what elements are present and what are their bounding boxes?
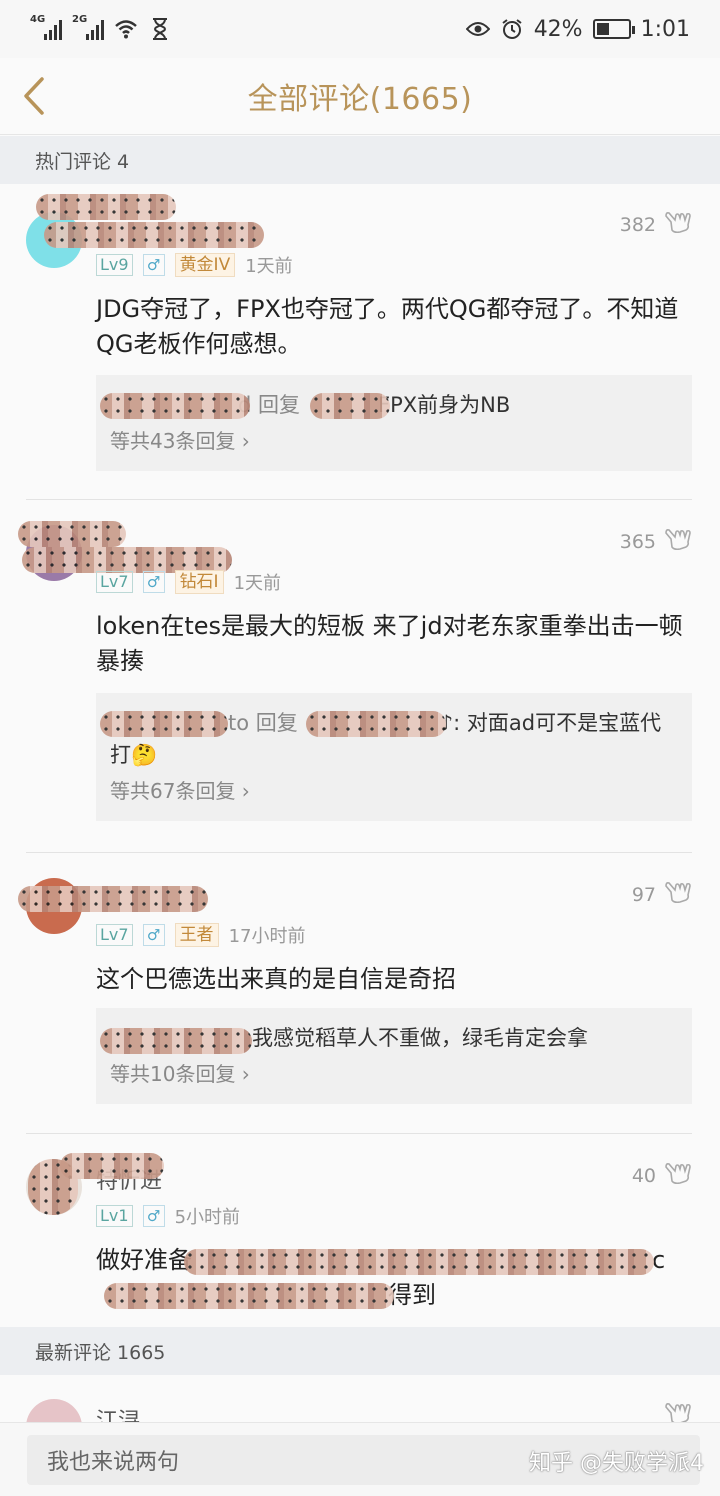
comment-item: 365 Lv7 ♂ 钻石I 1天前 loken在tes是最大的短板 来了jd对老… [0, 501, 720, 853]
like-button[interactable]: 40 [632, 1161, 692, 1190]
reply-box[interactable]: d 回复 FPX前身为NB 等共43条回复 › [96, 375, 692, 471]
like-count: 382 [619, 213, 656, 236]
divider [26, 852, 692, 853]
app-header: 全部评论(1665) [0, 58, 720, 135]
comment-meta: Lv1 ♂ 5小时前 [96, 1203, 240, 1229]
redacted-username [60, 1153, 164, 1179]
more-replies-link[interactable]: 等共67条回复 › [110, 775, 678, 807]
male-icon: ♂ [142, 571, 165, 593]
comment-meta: Lv7 ♂ 钻石I 1天前 [96, 569, 281, 595]
timestamp: 17小时前 [228, 926, 306, 947]
shaka-hand-icon [664, 880, 692, 909]
like-button[interactable]: 97 [632, 880, 692, 909]
reply-preview: 我感觉稻草人不重做，绿毛肯定会拿 [100, 1022, 678, 1054]
shaka-hand-icon [664, 527, 692, 556]
level-badge: Lv9 [96, 254, 133, 276]
wifi-icon [114, 17, 138, 41]
like-count: 40 [631, 1164, 656, 1187]
more-replies-link[interactable]: 等共43条回复 › [110, 425, 678, 457]
redacted-username [36, 194, 176, 220]
hourglass-icon [148, 17, 172, 41]
divider [26, 1133, 692, 1134]
timestamp: 1天前 [245, 256, 293, 277]
reply-box[interactable]: 我感觉稻草人不重做，绿毛肯定会拿 等共10条回复 › [96, 1008, 692, 1104]
comment-item: 97 Lv7 ♂ 王者 17小时前 这个巴德选出来真的是自信是奇招 我感觉稻草人… [0, 854, 720, 1134]
like-count: 97 [631, 883, 656, 906]
comment-input-placeholder: 我也来说两句 [47, 1450, 180, 1475]
signal-4g-icon: 4G [30, 14, 62, 40]
male-icon: ♂ [142, 924, 165, 946]
rank-badge: 钻石I [174, 570, 224, 594]
comment-input-bar: 我也来说两句 知乎 @失败学派4 [0, 1422, 720, 1496]
redacted-username [306, 711, 446, 737]
shaka-hand-icon [664, 1401, 692, 1422]
comment-meta: Lv9 ♂ 黄金IV 1天前 [96, 252, 293, 278]
hot-comments-header: 热门评论 4 [0, 136, 720, 184]
divider [26, 499, 692, 500]
clock: 1:01 [640, 16, 690, 42]
comment-item: 特忻进 40 Lv1 ♂ 5小时前 做好准备 c 得到 [0, 1135, 720, 1327]
comment-item: 382 Lv9 ♂ 黄金IV 1天前 JDG夺冠了，FPX也夺冠了。两代QG都夺… [0, 184, 720, 500]
like-button[interactable]: 365 [620, 527, 692, 556]
battery-percent: 42% [533, 16, 583, 42]
username[interactable]: 江浔 [96, 1403, 140, 1422]
reply-preview: d 回复 FPX前身为NB [100, 389, 678, 421]
comment-text-line2: 得到 [388, 1281, 436, 1309]
latest-comments-header: 最新评论 1665 [0, 1327, 720, 1375]
redacted-username [100, 393, 250, 419]
redacted-text [104, 1283, 394, 1309]
comment-text[interactable]: 这个巴德选出来真的是自信是奇招 [96, 962, 692, 997]
reply-box[interactable]: to 回复 ♪: 对面ad可不是宝蓝代打🤔 等共67条回复 › [96, 693, 692, 821]
like-button[interactable]: 382 [620, 210, 692, 239]
redacted-username [18, 886, 208, 912]
reply-preview: to 回复 ♪: 对面ad可不是宝蓝代打🤔 [100, 707, 678, 771]
reply-prefix: to 回复 [228, 711, 298, 735]
male-icon: ♂ [142, 1205, 165, 1227]
comment-text-start: 做好准备 [96, 1246, 192, 1274]
battery-icon [592, 19, 635, 39]
shaka-hand-icon [664, 1161, 692, 1190]
shaka-hand-icon [664, 210, 692, 239]
comment-item: 江浔 [0, 1375, 720, 1422]
comment-text[interactable]: 做好准备 c 得到 [96, 1243, 692, 1315]
redacted-username [18, 521, 126, 547]
timestamp: 1天前 [233, 573, 282, 594]
timestamp: 5小时前 [174, 1207, 241, 1228]
signal-2g-icon: 2G [72, 14, 104, 40]
like-button[interactable] [664, 1401, 692, 1422]
like-count: 365 [619, 530, 656, 553]
alarm-icon [500, 17, 524, 41]
redacted-username [100, 1028, 252, 1054]
comment-text[interactable]: loken在tes是最大的短板 来了jd对老东家重拳出击一顿暴揍 [96, 609, 692, 679]
rank-badge: 王者 [174, 923, 219, 947]
comment-text[interactable]: JDG夺冠了，FPX也夺冠了。两代QG都夺冠了。不知道QG老板作何感想。 [96, 292, 692, 362]
level-badge: Lv7 [96, 571, 133, 593]
redacted-username [310, 393, 390, 419]
redacted-username [100, 711, 228, 737]
comment-meta: Lv7 ♂ 王者 17小时前 [96, 922, 305, 948]
redacted-text [184, 1249, 654, 1275]
reply-text: 我感觉稻草人不重做，绿毛肯定会拿 [252, 1026, 588, 1050]
avatar[interactable] [26, 1399, 82, 1422]
comment-text-end: c [652, 1246, 666, 1274]
male-icon: ♂ [142, 254, 165, 276]
reply-text: FPX前身为NB [378, 393, 511, 417]
redacted-username [44, 222, 264, 248]
more-replies-link[interactable]: 等共10条回复 › [110, 1058, 678, 1090]
rank-badge: 黄金IV [174, 253, 236, 277]
back-arrow-icon[interactable] [20, 76, 50, 116]
level-badge: Lv7 [96, 924, 133, 946]
watermark: 知乎 @失败学派4 [529, 1451, 704, 1476]
page-title: 全部评论(1665) [247, 82, 473, 117]
eye-icon [465, 17, 490, 41]
status-bar: 4G 2G 42% 1:01 [0, 0, 720, 58]
level-badge: Lv1 [96, 1205, 133, 1227]
